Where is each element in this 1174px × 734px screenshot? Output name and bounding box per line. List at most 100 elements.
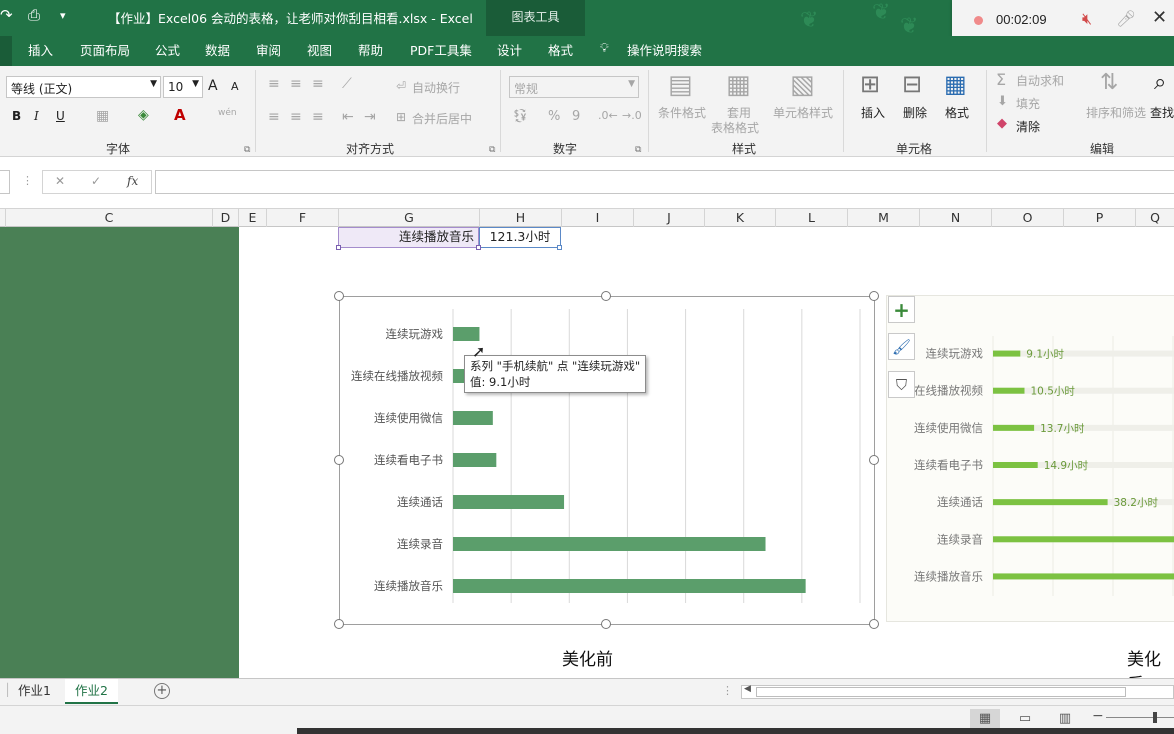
column-header-l[interactable]: L bbox=[775, 209, 847, 227]
tab-insert[interactable]: 插入 bbox=[28, 40, 53, 59]
scrollbar-thumb[interactable] bbox=[756, 687, 1126, 697]
customize-quick-access-icon[interactable]: ▾ bbox=[60, 9, 66, 22]
page-break-view-icon[interactable]: ▥ bbox=[1050, 709, 1080, 729]
table-format-button-line2[interactable]: 表格格式 bbox=[711, 119, 759, 136]
add-sheet-button[interactable]: + bbox=[154, 683, 170, 699]
normal-view-icon[interactable]: ▦ bbox=[970, 709, 1000, 729]
merge-center-button[interactable]: 合并后居中 bbox=[412, 110, 472, 127]
chart-resize-handle[interactable] bbox=[869, 291, 879, 301]
chart-resize-handle[interactable] bbox=[334, 619, 344, 629]
tab-chart-design[interactable]: 设计 bbox=[497, 40, 522, 59]
currency-icon[interactable]: 💱︎ bbox=[512, 109, 529, 124]
column-header-i[interactable]: I bbox=[561, 209, 633, 227]
percent-button[interactable]: % bbox=[548, 109, 560, 124]
borders-icon[interactable]: ▦ bbox=[96, 108, 109, 124]
chart-resize-handle[interactable] bbox=[334, 455, 344, 465]
orientation-icon[interactable]: ⟋ bbox=[342, 76, 352, 92]
number-format-combo[interactable]: 常规 ▼ bbox=[509, 76, 639, 98]
underline-button[interactable]: U bbox=[56, 109, 65, 123]
sheet-tab-2[interactable]: 作业2 bbox=[65, 679, 118, 704]
formula-input[interactable] bbox=[155, 170, 1174, 194]
cell-h-value[interactable]: 121.3小时 bbox=[479, 227, 561, 248]
tell-me-search[interactable]: 操作说明搜索 bbox=[627, 40, 702, 59]
comma-button[interactable]: 9 bbox=[572, 109, 580, 124]
column-header-k[interactable]: K bbox=[704, 209, 775, 227]
conditional-format-button[interactable]: 条件格式 bbox=[658, 104, 706, 121]
tab-formulas[interactable]: 公式 bbox=[155, 40, 180, 59]
mic-off-icon[interactable]: 🎤︎ bbox=[1116, 9, 1136, 28]
tab-page-layout[interactable]: 页面布局 bbox=[80, 40, 130, 59]
cancel-formula-button[interactable]: ✕ bbox=[55, 174, 65, 188]
chart-styles-button[interactable]: 🖌︎ bbox=[888, 333, 915, 360]
chart-resize-handle[interactable] bbox=[601, 619, 611, 629]
tab-help[interactable]: 帮助 bbox=[358, 40, 383, 59]
column-header-f[interactable]: F bbox=[266, 209, 338, 227]
chart-elements-button[interactable]: + bbox=[888, 296, 915, 323]
align-top-icon[interactable]: ≡ bbox=[268, 76, 280, 92]
chart-resize-handle[interactable] bbox=[869, 619, 879, 629]
range-handle[interactable] bbox=[336, 245, 341, 250]
delete-cells-button[interactable]: 删除 bbox=[903, 104, 927, 121]
tab-chart-format[interactable]: 格式 bbox=[548, 40, 573, 59]
tab-review[interactable]: 审阅 bbox=[256, 40, 281, 59]
column-header-m[interactable]: M bbox=[847, 209, 919, 227]
chart-before[interactable]: 连续玩游戏 连续在线播放视频 连续使用微信 连续看电子书 连续通话 连续录音 连续播放音乐 bbox=[339, 296, 875, 625]
green-filled-column-c[interactable] bbox=[0, 227, 239, 678]
close-icon[interactable]: ✕ bbox=[1152, 7, 1167, 28]
increase-indent-icon[interactable]: ⇥ bbox=[364, 109, 376, 125]
scroll-left-icon[interactable]: ◀ bbox=[744, 684, 751, 694]
column-header-d[interactable]: D bbox=[212, 209, 238, 227]
italic-button[interactable]: I bbox=[34, 109, 39, 123]
speaker-muted-icon[interactable]: 🔇︎ bbox=[1082, 9, 1092, 29]
chart-resize-handle[interactable] bbox=[869, 455, 879, 465]
column-header-p[interactable]: P bbox=[1063, 209, 1135, 227]
worksheet[interactable]: 连续播放音乐 121.3小时 连续玩游戏 连续在线播放视频 连续使用微信 连续看电子书… bbox=[0, 227, 1174, 678]
confirm-formula-button[interactable]: ✓ bbox=[91, 174, 101, 188]
bold-button[interactable]: B bbox=[12, 109, 21, 123]
column-header-n[interactable]: N bbox=[919, 209, 991, 227]
grow-font-button[interactable]: A bbox=[208, 78, 218, 94]
cell-g-label[interactable]: 连续播放音乐 bbox=[338, 227, 479, 248]
font-name-combo[interactable]: 等线 (正文) ▼ bbox=[6, 76, 161, 98]
chart-resize-handle[interactable] bbox=[601, 291, 611, 301]
insert-cells-button[interactable]: 插入 bbox=[861, 104, 885, 121]
autosum-button[interactable]: 自动求和 bbox=[1016, 72, 1064, 89]
align-middle-icon[interactable]: ≡ bbox=[290, 76, 302, 92]
decrease-indent-icon[interactable]: ⇤ bbox=[342, 109, 354, 125]
zoom-out-button[interactable]: − bbox=[1092, 708, 1104, 724]
column-header-h[interactable]: H bbox=[479, 209, 561, 227]
tab-data[interactable]: 数据 bbox=[205, 40, 230, 59]
dialog-launcher-icon[interactable]: ⧉ bbox=[244, 145, 250, 155]
font-color-icon[interactable]: A bbox=[174, 106, 186, 124]
scroll-splitter-icon[interactable]: ⋮ bbox=[722, 684, 733, 697]
fill-color-icon[interactable]: ◈ bbox=[138, 107, 149, 123]
align-bottom-icon[interactable]: ≡ bbox=[312, 76, 324, 92]
range-handle[interactable] bbox=[476, 245, 481, 250]
column-header-j[interactable]: J bbox=[633, 209, 704, 227]
sort-filter-button[interactable]: 排序和筛选 bbox=[1086, 104, 1146, 121]
insert-function-button[interactable]: fx bbox=[127, 174, 138, 188]
name-box[interactable] bbox=[0, 170, 10, 194]
tab-view[interactable]: 视图 bbox=[307, 40, 332, 59]
fill-button[interactable]: 填充 bbox=[1016, 95, 1040, 112]
format-cells-button[interactable]: 格式 bbox=[945, 104, 969, 121]
font-size-combo[interactable]: 10 ▼ bbox=[163, 76, 203, 98]
page-layout-view-icon[interactable]: ▭ bbox=[1010, 709, 1040, 729]
zoom-slider-thumb[interactable] bbox=[1153, 712, 1157, 723]
zoom-slider[interactable] bbox=[1106, 717, 1174, 718]
align-right-icon[interactable]: ≡ bbox=[312, 109, 324, 125]
tab-file[interactable] bbox=[0, 36, 12, 66]
formula-bar-splitter-icon[interactable]: ⋮ bbox=[22, 174, 33, 187]
column-header-o[interactable]: O bbox=[991, 209, 1063, 227]
print-preview-icon[interactable]: ⎙ bbox=[28, 6, 40, 24]
column-header-g[interactable]: G bbox=[338, 209, 479, 227]
decrease-decimal-icon[interactable]: →.0 bbox=[622, 109, 642, 122]
range-handle[interactable] bbox=[557, 245, 562, 250]
find-button[interactable]: 查找 bbox=[1150, 104, 1174, 121]
wrap-text-button[interactable]: 自动换行 bbox=[412, 79, 460, 96]
chart-resize-handle[interactable] bbox=[334, 291, 344, 301]
sheet-tab-1[interactable]: 作业1 bbox=[8, 679, 61, 704]
align-center-icon[interactable]: ≡ bbox=[290, 109, 302, 125]
chart-after[interactable]: 连续玩游戏 9.1小时 在线播放视频 10.5小时 连续使用微信 13.7小时 连续看电子书… bbox=[886, 295, 1174, 622]
phonetic-button[interactable]: wén bbox=[218, 108, 237, 118]
